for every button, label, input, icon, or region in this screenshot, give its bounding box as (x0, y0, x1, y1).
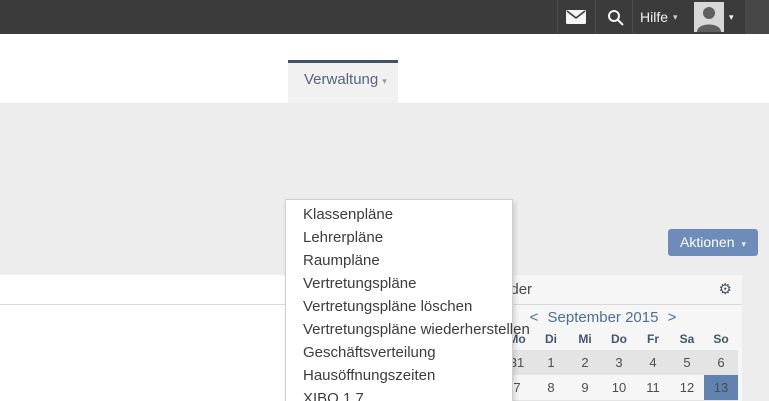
calendar-day[interactable]: 4 (636, 350, 670, 375)
topbar-separator (557, 0, 558, 34)
calendar-day[interactable]: 11 (636, 375, 670, 400)
calendar-day[interactable]: 8 (534, 375, 568, 400)
gear-icon[interactable]: ⚙ (719, 275, 732, 304)
calendar-day[interactable]: 9 (568, 375, 602, 400)
search-icon[interactable] (601, 0, 629, 34)
dropdown-item[interactable]: Vertretungspläne (286, 272, 512, 295)
dropdown-item[interactable]: Klassenpläne (286, 203, 512, 226)
weekday-header: Do (602, 328, 636, 350)
weekday-header: Fr (636, 328, 670, 350)
weekday-header: Mi (568, 328, 602, 350)
calendar-day[interactable]: 1 (534, 350, 568, 375)
next-month-button[interactable]: > (668, 309, 677, 326)
mail-icon (566, 10, 586, 24)
prev-month-button[interactable]: < (530, 309, 539, 326)
avatar[interactable] (694, 2, 724, 32)
chevron-down-icon: ▾ (729, 12, 734, 23)
month-label: September 2015 (548, 309, 659, 326)
topbar-right-block (745, 0, 769, 34)
chevron-down-icon: ▾ (741, 239, 746, 249)
calendar-day[interactable]: 2 (568, 350, 602, 375)
calendar-day[interactable]: 6 (704, 350, 738, 375)
dropdown-item[interactable]: Hausöffnungszeiten (286, 364, 512, 387)
navbar: Gruppen▾ Ressourcen▾ Aktuelles▾ Verwaltu… (0, 34, 769, 103)
nav-item-verwaltung-active[interactable]: Verwaltung ▾ (288, 60, 398, 103)
weekday-header: Sa (670, 328, 704, 350)
topbar-separator (595, 0, 596, 34)
topbar: Hilfe ▾ ▾ (0, 0, 769, 34)
nav-label: Verwaltung (304, 71, 378, 88)
topbar-separator (632, 0, 633, 34)
calendar-day-selected[interactable]: 13 (704, 375, 738, 400)
search-icon (607, 9, 624, 26)
help-label: Hilfe (640, 9, 668, 25)
calendar-day[interactable]: 10 (602, 375, 636, 400)
content-area: Aktionen▾ Kalender ⚙ < September 2015 > … (0, 103, 769, 401)
help-menu[interactable]: Hilfe ▾ (640, 0, 678, 34)
aktionen-button[interactable]: Aktionen ▾ (668, 229, 758, 256)
calendar-day[interactable]: 12 (670, 375, 704, 400)
dropdown-item[interactable]: Vertretungspläne wiederherstellen (286, 318, 512, 341)
user-silhouette-icon (694, 2, 724, 32)
dropdown-item[interactable]: XIBO 1.7 (286, 387, 512, 401)
dropdown-item[interactable]: Lehrerpläne (286, 226, 512, 249)
dropdown-item[interactable]: Geschäftsverteilung (286, 341, 512, 364)
avatar-menu-caret[interactable]: ▾ (729, 0, 734, 34)
chevron-down-icon: ▾ (382, 76, 387, 86)
calendar-day[interactable]: 3 (602, 350, 636, 375)
page: Hilfe ▾ ▾ Gruppen▾ Ressourcen▾ Aktuelles… (0, 0, 769, 401)
weekday-header: Di (534, 328, 568, 350)
aktionen-label: Aktionen (680, 234, 734, 250)
calendar-day[interactable]: 5 (670, 350, 704, 375)
mail-icon[interactable] (562, 0, 590, 34)
chevron-down-icon: ▾ (673, 12, 678, 23)
weekday-header: So (704, 328, 738, 350)
dropdown-item[interactable]: Raumpläne (286, 249, 512, 272)
dropdown-item[interactable]: Vertretungspläne löschen (286, 295, 512, 318)
verwaltung-dropdown-menu: KlassenpläneLehrerpläneRaumpläneVertretu… (285, 199, 513, 401)
